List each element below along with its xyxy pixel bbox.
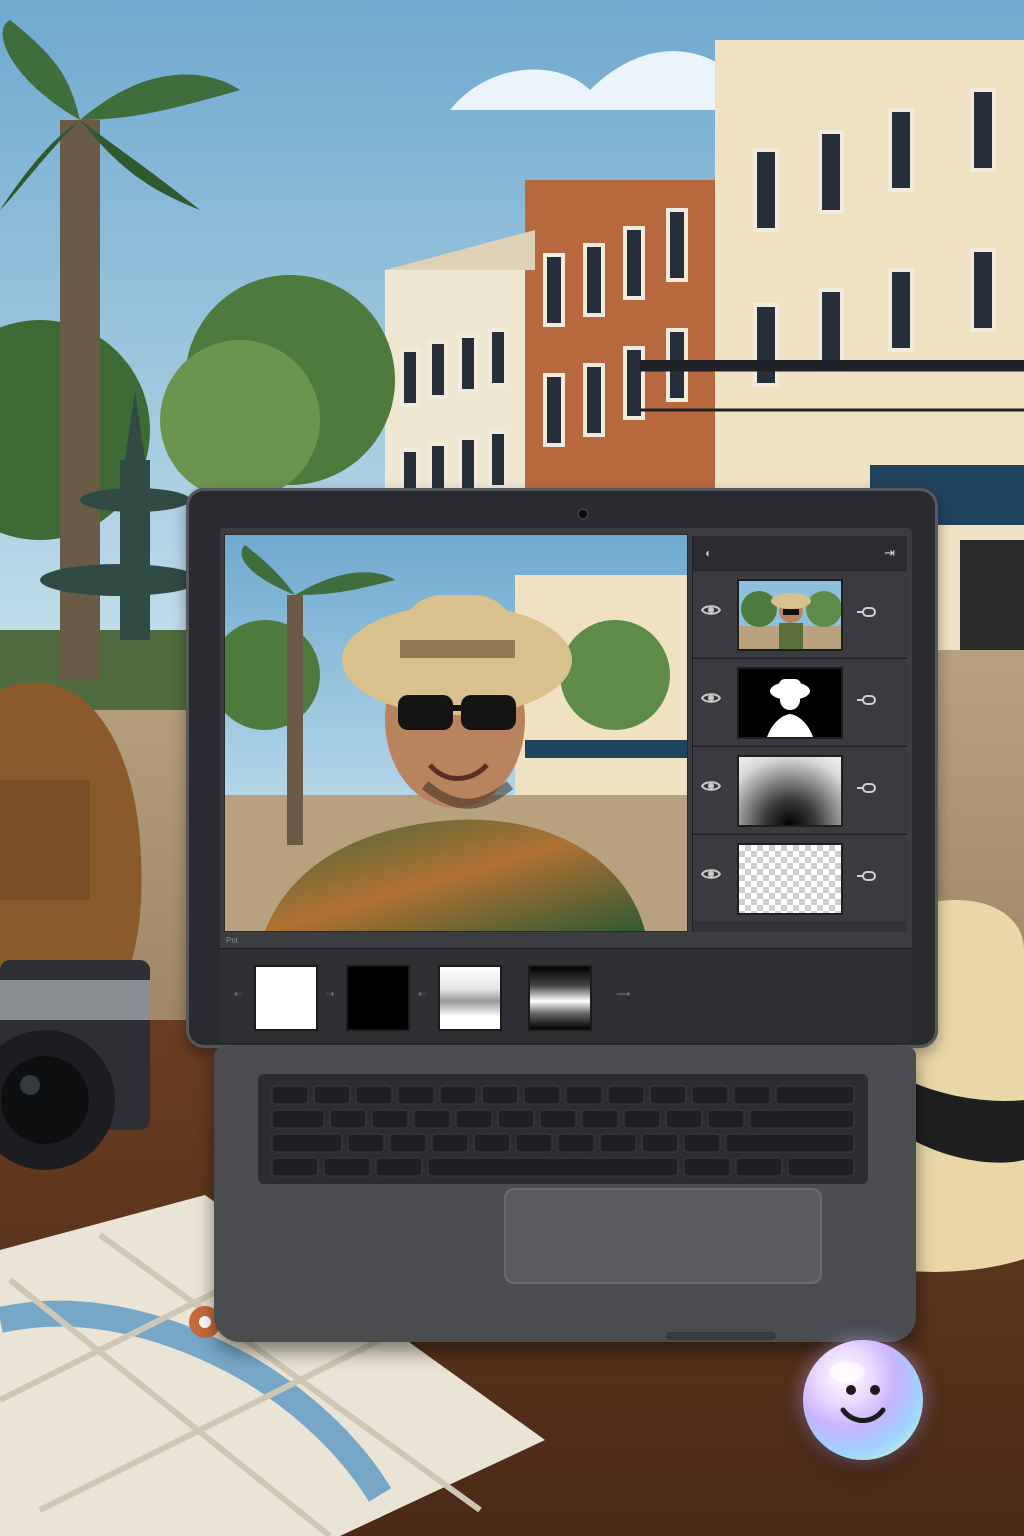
more-icon[interactable]: ⟶ — [616, 989, 630, 1000]
layer-thumbnail-transparent — [737, 843, 843, 915]
swatch-white[interactable] — [254, 965, 318, 1031]
layer-row-gradient[interactable] — [693, 746, 907, 833]
layer-thumbnail-gradient — [737, 755, 843, 827]
layer-row-empty[interactable] — [693, 834, 907, 921]
hinge-notch — [666, 1332, 776, 1340]
layers-panel: ◐ ⇥ — [692, 536, 907, 932]
layer-row-mask[interactable] — [693, 658, 907, 745]
swatch-black[interactable] — [346, 965, 410, 1031]
collapse-icon[interactable]: ⇥ — [884, 545, 895, 561]
eye-icon[interactable] — [701, 779, 721, 793]
layer-thumbnail-mask — [737, 667, 843, 739]
scene: ◐ ⇥ Pnt ⇠ ⇢ ⇠ ⟶ — [0, 0, 1024, 1536]
layers-panel-header: ◐ ⇥ — [693, 536, 907, 570]
keyboard — [258, 1074, 868, 1184]
layer-row-photo[interactable] — [693, 570, 907, 657]
eye-icon[interactable] — [701, 867, 721, 881]
link-icon[interactable] — [855, 605, 879, 619]
arrow-icon: ⇠ — [418, 989, 427, 1000]
canvas-image — [225, 535, 687, 931]
panel-options-icon[interactable]: ◐ — [705, 546, 712, 560]
assistant-bubble[interactable] — [803, 1340, 923, 1460]
webcam — [579, 510, 587, 518]
eye-icon[interactable] — [701, 691, 721, 705]
brush-preset-strip: ⇠ ⇢ ⇠ ⟶ — [220, 948, 912, 1043]
photo-editor-app: ◐ ⇥ Pnt ⇠ ⇢ ⇠ ⟶ — [220, 528, 912, 1043]
trackpad[interactable] — [504, 1188, 822, 1284]
link-icon[interactable] — [855, 869, 879, 883]
arrow-icon: ⇢ — [326, 989, 335, 1000]
smiley-icon — [829, 1362, 886, 1423]
strip-label: Pnt — [226, 936, 239, 945]
swatch-white-gradient[interactable] — [438, 965, 502, 1031]
swatch-black-gradient[interactable] — [528, 965, 592, 1031]
left-arrow-icon[interactable]: ⇠ — [234, 989, 242, 1000]
link-icon[interactable] — [855, 693, 879, 707]
link-icon[interactable] — [855, 781, 879, 795]
layer-thumbnail-photo — [737, 579, 843, 651]
image-canvas[interactable] — [224, 534, 688, 932]
laptop-base — [214, 1046, 916, 1342]
eye-icon[interactable] — [701, 603, 721, 617]
keyboard-keys — [271, 1085, 855, 1177]
